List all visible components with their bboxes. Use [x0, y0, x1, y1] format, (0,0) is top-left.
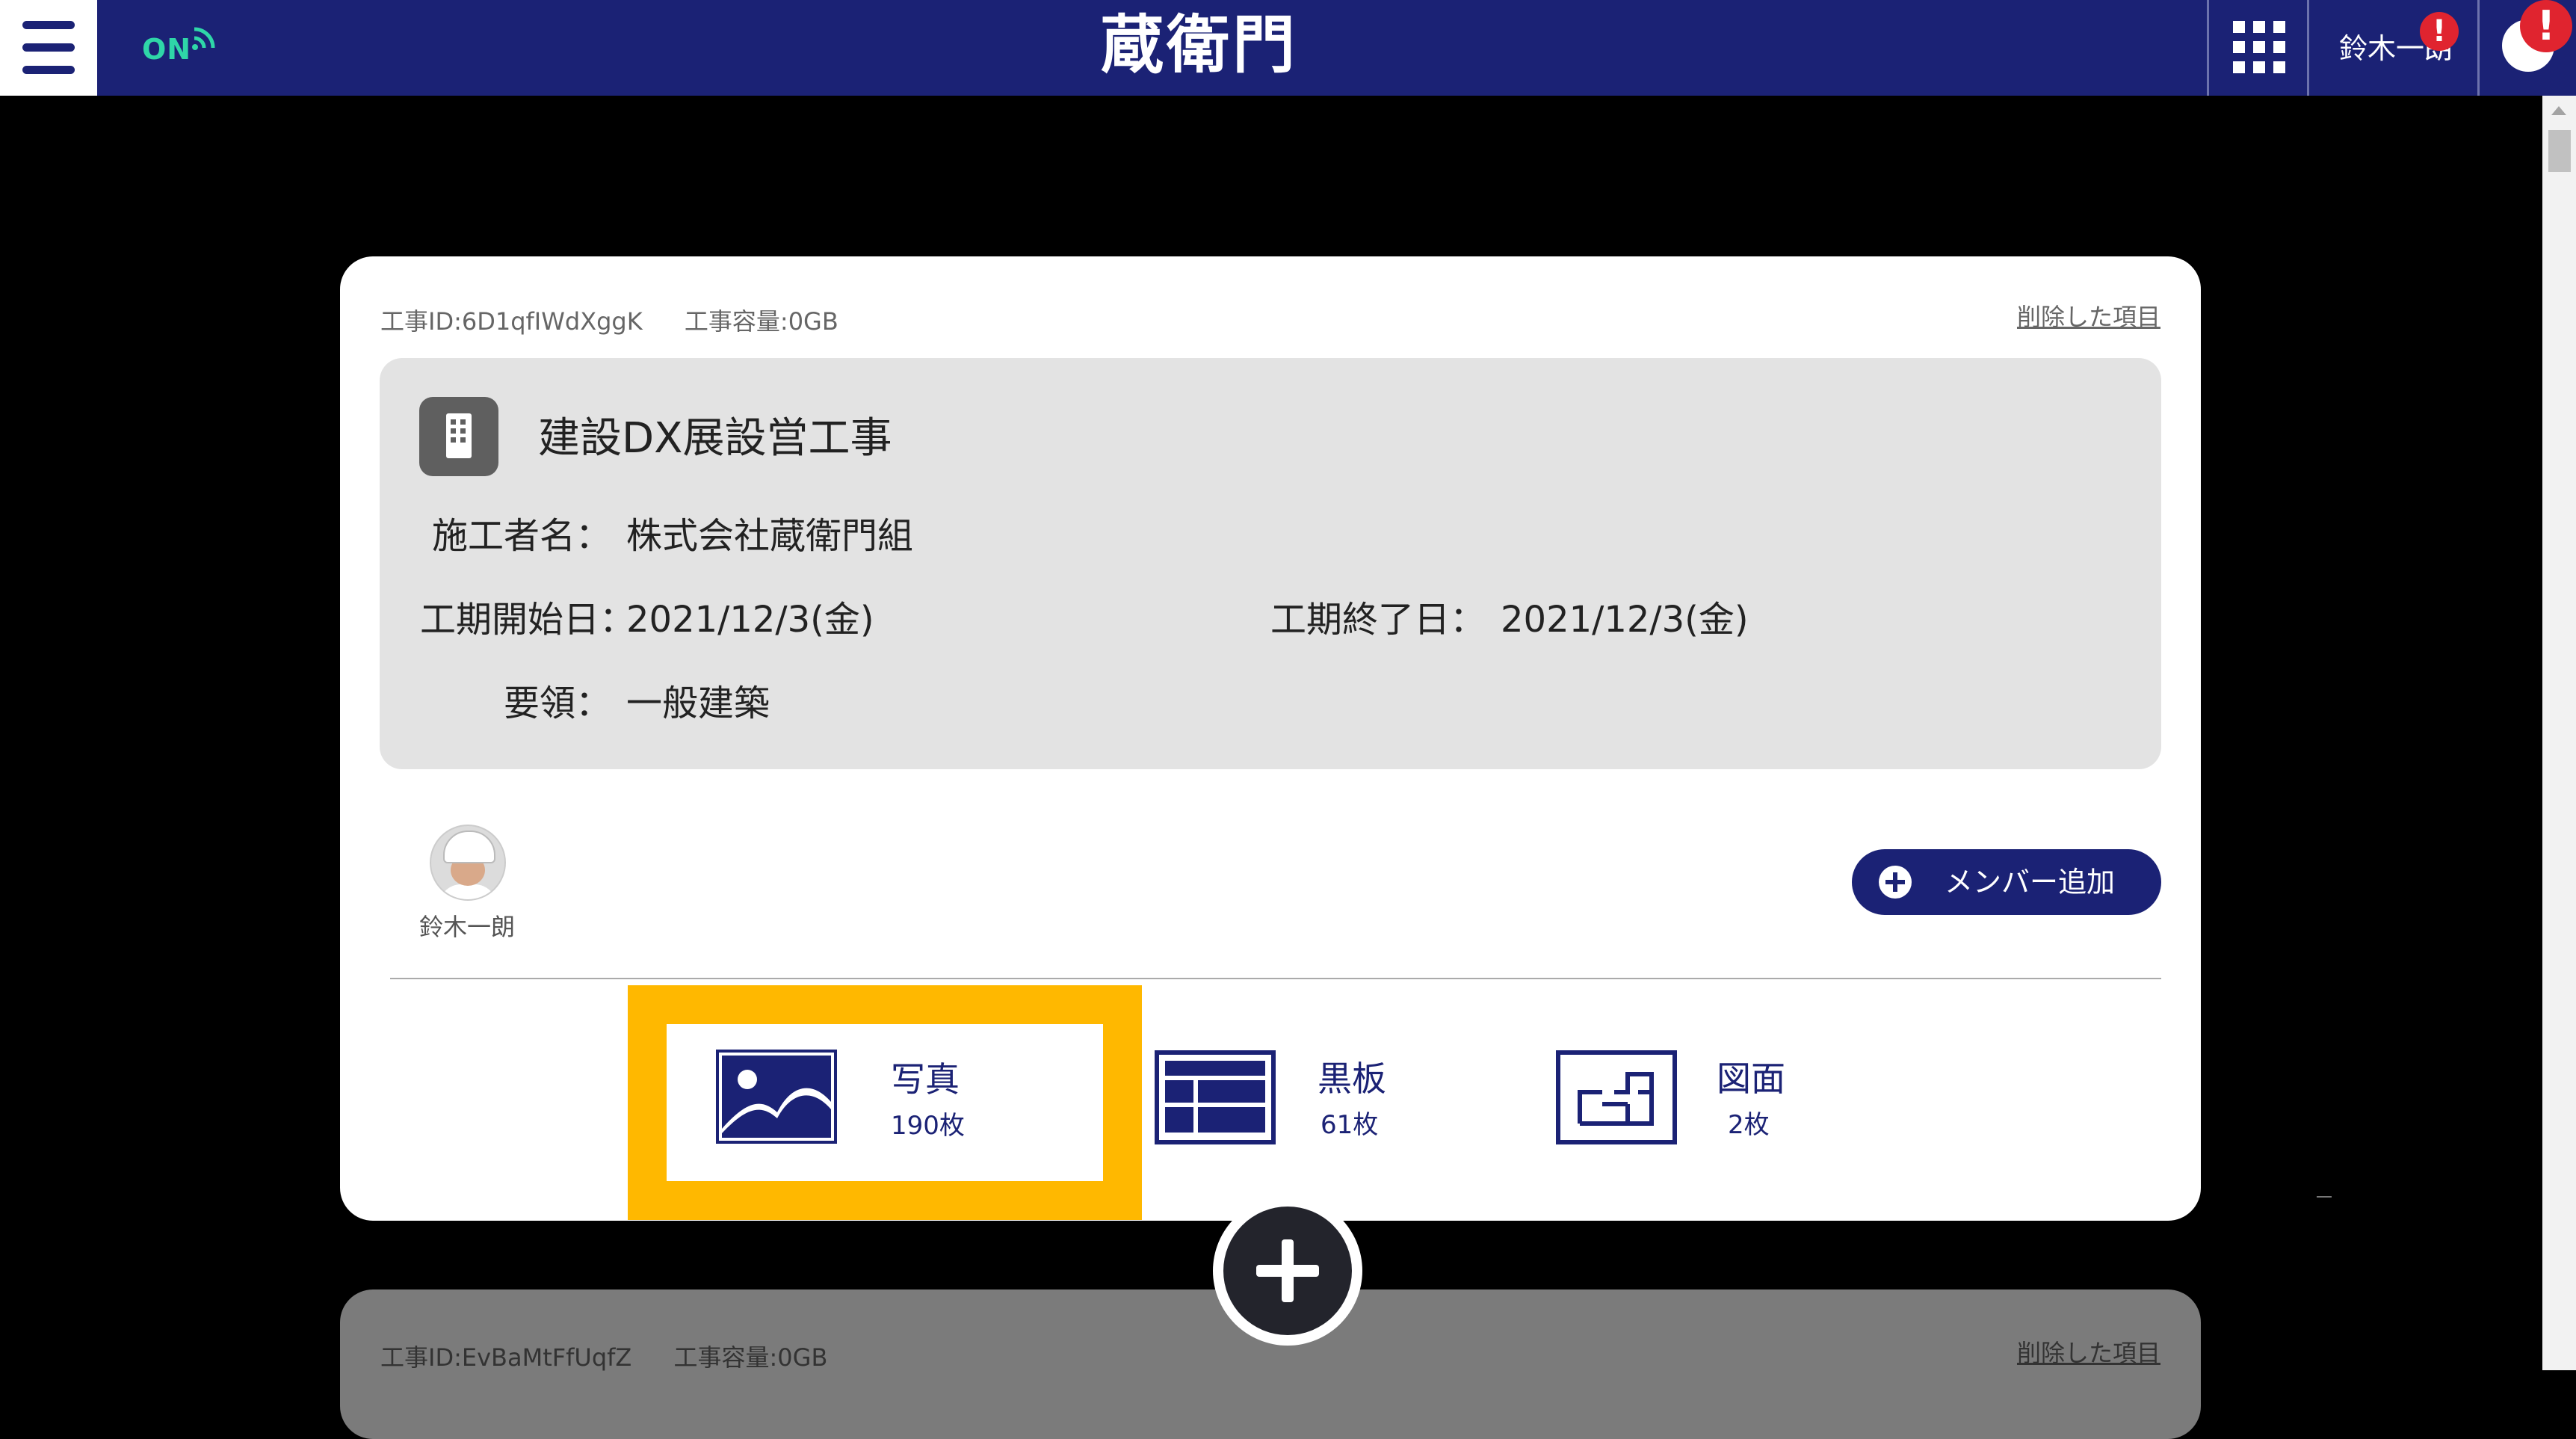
project-card: 工事ID:6D1qfIWdXggK 工事容量:0GB 削除した項目 建設DX展設…: [340, 256, 2201, 1221]
signal-icon: [192, 27, 215, 50]
menu-icon: [22, 21, 75, 29]
blackboard-tab[interactable]: 黒板 61枚: [1155, 1004, 1468, 1168]
plus-circle-icon: [1879, 866, 1912, 899]
photos-tab[interactable]: 写真 190枚: [628, 985, 1142, 1220]
project-meta: 工事ID:6D1qfIWdXggK 工事容量:0GB: [380, 303, 873, 337]
scrollbar-thumb[interactable]: [2548, 130, 2571, 172]
project-id: 工事ID:EvBaMtFfUqfZ: [380, 1343, 632, 1372]
add-member-label: メンバー追加: [1945, 866, 2116, 899]
photos-tab-count: 190枚: [891, 1111, 965, 1141]
divider: [390, 978, 2161, 979]
notification-button[interactable]: !: [2477, 0, 2576, 96]
grid-icon: [2233, 21, 2285, 73]
start-date-value: 2021/12/3(金): [626, 599, 874, 641]
start-date-row: 工期開始日：2021/12/3(金): [420, 590, 874, 642]
online-status: ON: [142, 27, 215, 66]
alert-badge: !: [2520, 0, 2572, 52]
divider: [2317, 1196, 2332, 1198]
contractor-label: 施工者名：: [431, 515, 611, 557]
contractor-value: 株式会社蔵衛門組: [626, 515, 914, 557]
deleted-items-link[interactable]: 削除した項目: [2017, 298, 2160, 333]
photo-icon: [716, 1050, 837, 1144]
scroll-up-arrow-icon[interactable]: [2551, 106, 2566, 115]
project-info-panel[interactable]: 建設DX展設営工事 施工者名： 株式会社蔵衛門組 工期開始日：2021/12/3(…: [380, 358, 2161, 769]
plus-icon: [1223, 1207, 1352, 1335]
member-name: 鈴木一朗: [418, 913, 515, 941]
project-id: 工事ID:6D1qfIWdXggK: [380, 307, 643, 336]
add-member-button[interactable]: メンバー追加: [1852, 849, 2161, 915]
building-icon: [419, 397, 498, 476]
member-avatar[interactable]: [430, 825, 506, 901]
start-date-label: 工期開始日：: [420, 599, 636, 641]
guideline-value: 一般建築: [626, 682, 770, 724]
guideline-label: 要領：: [503, 682, 611, 724]
end-date-row: 工期終了日： 2021/12/3(金): [1270, 590, 1749, 642]
drawings-tab-count: 2枚: [1728, 1110, 1770, 1140]
blackboard-tab-title: 黒板: [1318, 1059, 1386, 1099]
photos-tab-title: 写真: [891, 1059, 960, 1100]
floor-plan-icon: [1556, 1050, 1677, 1144]
drawings-tab-title: 図面: [1717, 1059, 1785, 1099]
app-logo: 蔵衛門: [1100, 7, 1298, 81]
alert-badge: !: [2420, 12, 2459, 51]
project-title: 建設DX展設営工事: [538, 414, 892, 463]
apps-button[interactable]: [2207, 0, 2309, 96]
add-project-button[interactable]: [1213, 1196, 1362, 1346]
end-date-value: 2021/12/3(金): [1501, 599, 1749, 641]
guideline-row: 要領： 一般建築: [420, 674, 770, 726]
project-meta: 工事ID:EvBaMtFfUqfZ 工事容量:0GB: [380, 1339, 862, 1373]
helmet-icon: [443, 831, 495, 863]
contractor-row: 施工者名： 株式会社蔵衛門組: [420, 506, 913, 558]
blackboard-icon: [1155, 1050, 1276, 1144]
hamburger-menu-button[interactable]: [0, 0, 97, 96]
project-capacity: 工事容量:0GB: [684, 307, 838, 336]
user-menu-button[interactable]: 鈴木一朗 !: [2307, 0, 2480, 96]
vertical-scrollbar[interactable]: [2542, 96, 2576, 1370]
project-capacity: 工事容量:0GB: [673, 1343, 828, 1372]
drawings-tab[interactable]: 図面 2枚: [1556, 1004, 1870, 1168]
end-date-label: 工期終了日：: [1270, 599, 1486, 641]
top-bar: ON 蔵衛門 鈴木一朗 ! !: [0, 0, 2576, 96]
blackboard-tab-count: 61枚: [1321, 1110, 1379, 1140]
deleted-items-link[interactable]: 削除した項目: [2017, 1334, 2160, 1369]
